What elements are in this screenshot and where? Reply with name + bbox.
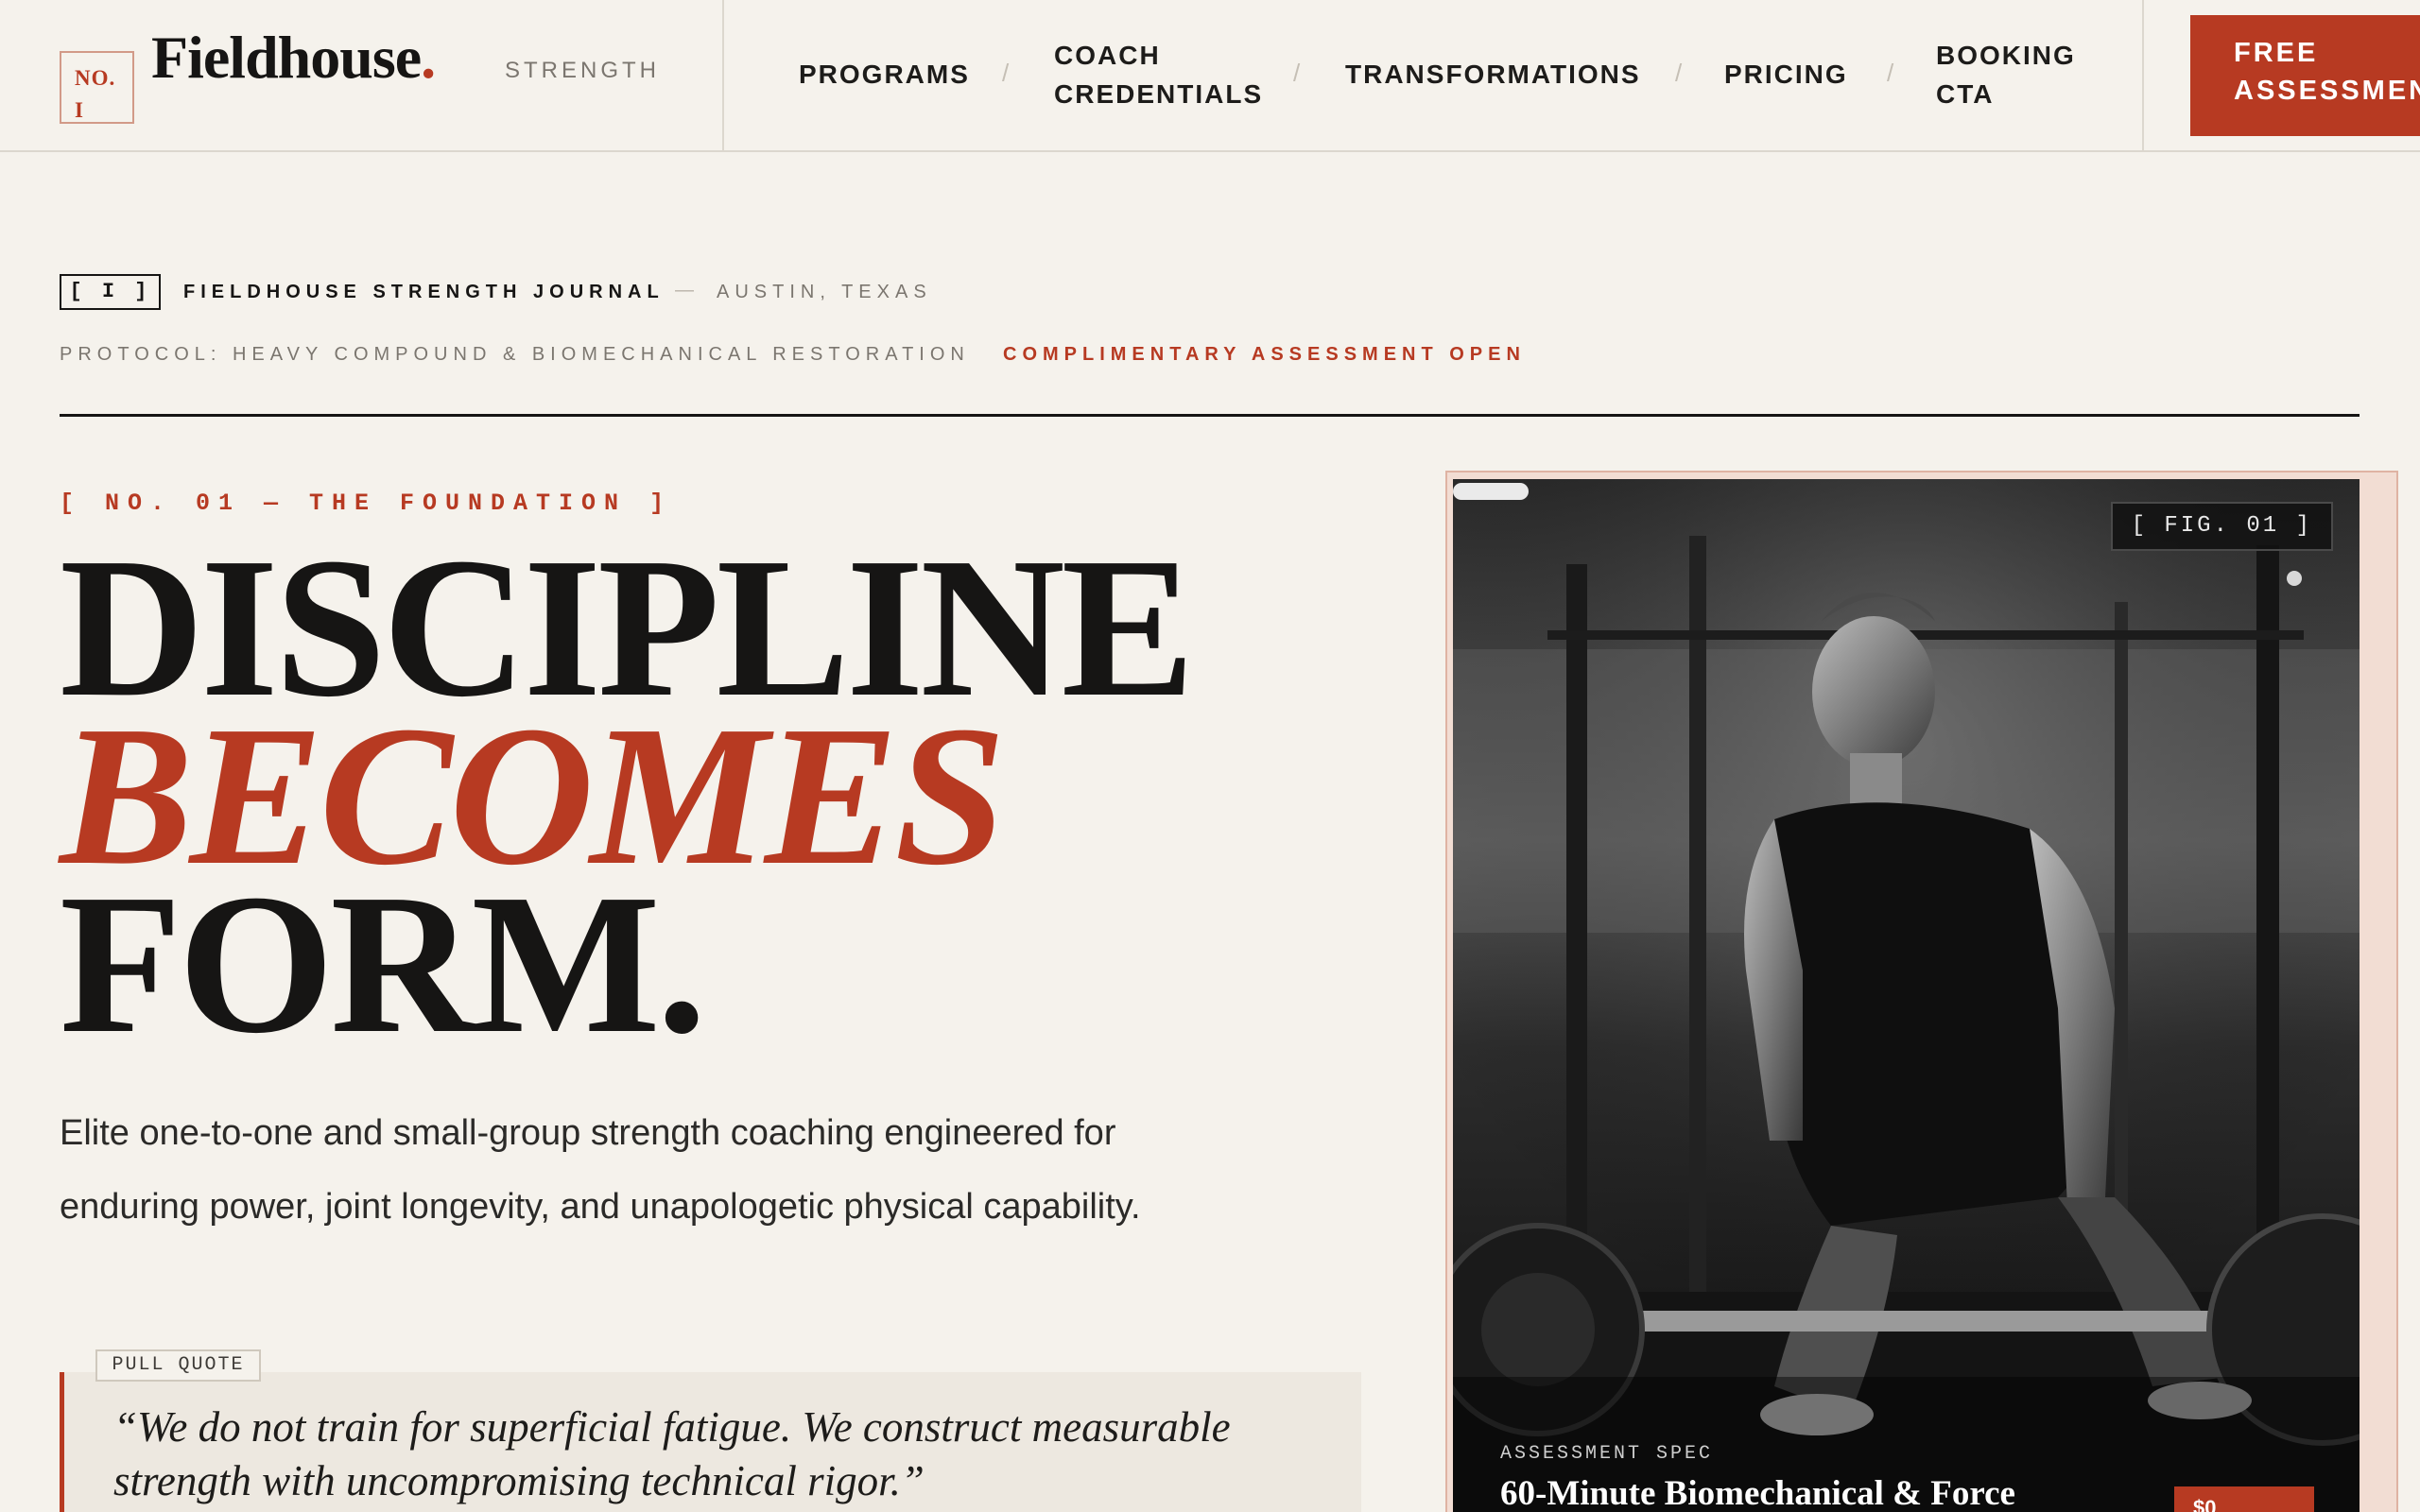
site-logo[interactable]: Fieldhouse. [151, 23, 436, 93]
issue-badge: NO. I [60, 51, 134, 124]
nav-item-booking-cta[interactable]: BOOKING CTA [1936, 36, 2076, 113]
nav-item-transformations[interactable]: TRANSFORMATIONS [1345, 55, 1641, 94]
section-roman-numeral: [ I ] [60, 274, 161, 310]
assessment-spec-title: 60-Minute Biomechanical & Force [1500, 1474, 2015, 1512]
pull-quote: “We do not train for superficial fatigue… [60, 1372, 1361, 1512]
hero-lede: Elite one-to-one and small-group strengt… [60, 1113, 1141, 1227]
figure-tag: [ FIG. 01 ] [2110, 502, 2333, 551]
logo-wordmark: Fieldhouse [151, 24, 422, 91]
athlete-deadlift-photo: [ FIG. 01 ] ASSESSMENT SPEC 60-Minute Bi… [1453, 479, 2360, 1512]
nav-item-coach-credentials[interactable]: COACH CREDENTIALS [1054, 36, 1263, 113]
price-badge: $0 [2174, 1486, 2314, 1512]
pull-quote-label: PULL QUOTE [95, 1349, 261, 1382]
logo-subtitle: STRENGTH [505, 58, 660, 83]
free-assessment-button[interactable]: FREE ASSESSMENT [2190, 15, 2420, 136]
nav-item-pricing[interactable]: PRICING [1724, 55, 1848, 94]
headline-line-3: FORM. [60, 864, 707, 1064]
hero-kicker: [ NO. 01 — THE FOUNDATION ] [60, 490, 673, 517]
pull-quote-text: “We do not train for superficial fatigue… [113, 1403, 1231, 1504]
logo-area: NO. I Fieldhouse. STRENGTH [0, 0, 724, 151]
protocol-line: PROTOCOL: HEAVY COMPOUND & BIOMECHANICAL… [60, 344, 970, 365]
journal-location: AUSTIN, TEXAS [717, 282, 932, 302]
headline-line-3-word: FORM [60, 852, 661, 1074]
nav-separator: / [1293, 59, 1301, 87]
assessment-spec-label: ASSESSMENT SPEC [1500, 1443, 1714, 1465]
logo-dot: . [421, 24, 436, 91]
journal-dash: — [675, 280, 694, 301]
nav-separator: / [1675, 59, 1683, 87]
site-header: NO. I Fieldhouse. STRENGTH PROGRAMS / CO… [0, 0, 2420, 152]
section-divider [60, 414, 2360, 417]
nav-separator: / [1887, 59, 1894, 87]
photo-illustration [1453, 479, 2360, 1512]
main-nav: PROGRAMS / COACH CREDENTIALS / TRANSFORM… [726, 0, 2142, 151]
nav-item-programs[interactable]: PROGRAMS [799, 55, 970, 94]
journal-title: FIELDHOUSE STRENGTH JOURNAL [183, 282, 665, 302]
header-cta-area: FREE ASSESSMENT [2142, 0, 2420, 151]
headline-dot: . [656, 852, 707, 1074]
nav-separator: / [1002, 59, 1010, 87]
assessment-status: COMPLIMENTARY ASSESSMENT OPEN [1003, 344, 1526, 365]
